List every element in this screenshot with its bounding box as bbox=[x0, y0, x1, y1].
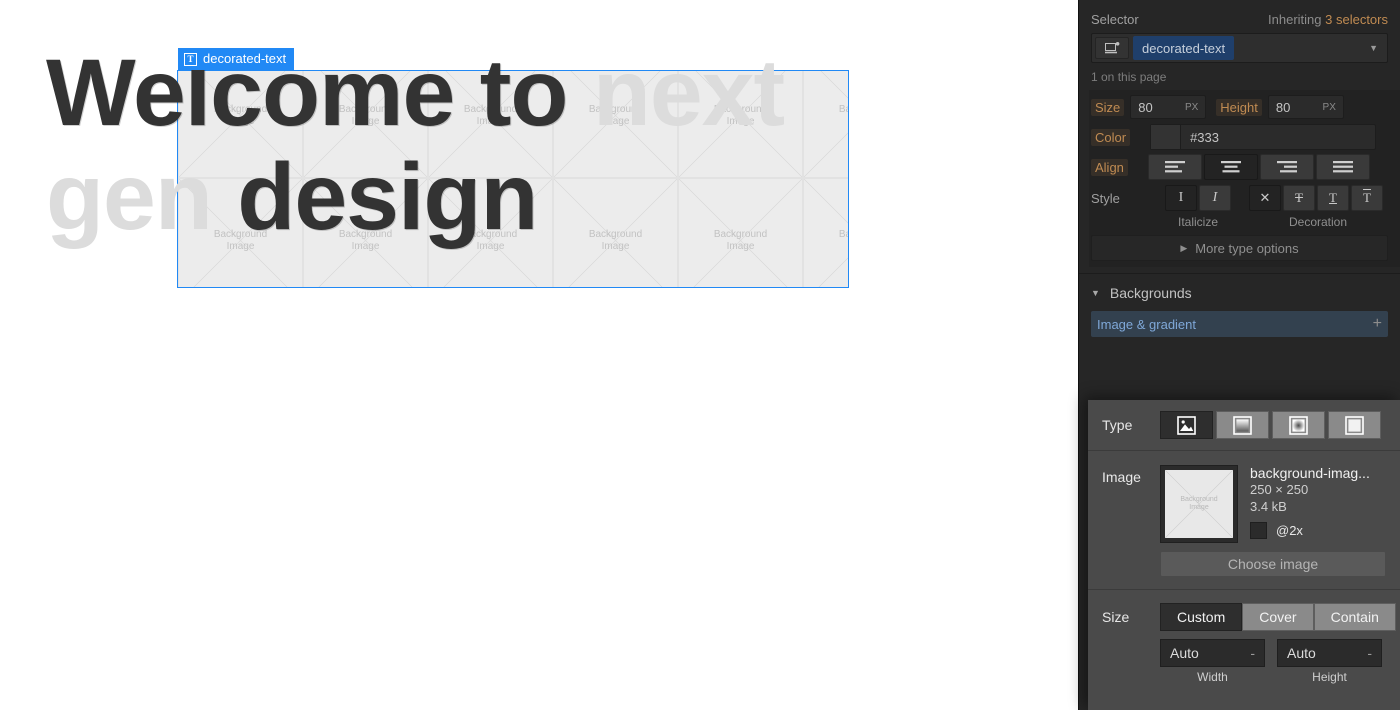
selector-tag[interactable]: decorated-text bbox=[1133, 36, 1235, 60]
font-size-row: Size 80 PX Height 80 PX bbox=[1089, 92, 1400, 122]
strikethrough-icon[interactable]: T bbox=[1283, 185, 1315, 211]
image-row: Image Background Image background-imag...… bbox=[1088, 451, 1400, 547]
no-decoration-icon[interactable]: ✕ bbox=[1249, 185, 1281, 211]
height-unit: PX bbox=[1322, 101, 1336, 113]
overline-icon[interactable]: T bbox=[1351, 185, 1383, 211]
italicize-group[interactable]: I I bbox=[1165, 185, 1231, 211]
italic-icon[interactable]: I bbox=[1199, 185, 1231, 211]
more-type-options-label: More type options bbox=[1195, 240, 1299, 256]
size-option-cover[interactable]: Cover bbox=[1242, 603, 1314, 631]
selector-label: Selector bbox=[1091, 12, 1139, 27]
text-element-icon: T bbox=[184, 52, 197, 66]
more-type-options-button[interactable]: ▶ More type options bbox=[1091, 235, 1388, 261]
background-type-segmented-control[interactable] bbox=[1160, 411, 1381, 439]
triangle-right-icon: ▶ bbox=[1180, 242, 1188, 253]
design-canvas[interactable]: Background Image Background Image Background… bbox=[0, 0, 1078, 710]
background-height-value: Auto bbox=[1287, 645, 1316, 661]
color-swatch[interactable] bbox=[1151, 125, 1182, 149]
size-option-contain[interactable]: Contain bbox=[1313, 603, 1396, 631]
inheriting-count[interactable]: 3 selectors bbox=[1325, 12, 1388, 27]
background-size-segmented-control[interactable]: Custom Cover Contain bbox=[1160, 603, 1396, 631]
device-breakpoint-icon[interactable] bbox=[1095, 37, 1129, 59]
image-filename: background-imag... bbox=[1250, 465, 1370, 481]
linear-gradient-icon[interactable] bbox=[1216, 411, 1269, 439]
size-label[interactable]: Size bbox=[1091, 98, 1125, 116]
background-layer-label: Image & gradient bbox=[1097, 316, 1197, 332]
align-justify-icon[interactable] bbox=[1315, 154, 1370, 180]
background-width-input[interactable]: Auto - bbox=[1160, 639, 1265, 667]
size-option-custom[interactable]: Custom bbox=[1160, 603, 1243, 631]
type-row: Type bbox=[1088, 400, 1400, 450]
retina-checkbox[interactable] bbox=[1250, 522, 1267, 539]
typography-group: Size 80 PX Height 80 PX Color #333 Align bbox=[1089, 90, 1400, 267]
style-label: Style bbox=[1091, 190, 1120, 206]
style-captions: Italicize Decoration bbox=[1089, 215, 1400, 229]
decoration-caption: Decoration bbox=[1288, 215, 1348, 229]
background-layer-row[interactable]: Image & gradient + bbox=[1091, 311, 1388, 337]
selection-badge[interactable]: T decorated-text bbox=[178, 48, 295, 70]
underline-icon[interactable]: T bbox=[1317, 185, 1349, 211]
selector-header: Selector Inheriting 3 selectors bbox=[1089, 0, 1400, 33]
retina-label: @2x bbox=[1276, 523, 1303, 538]
image-filesize: 3.4 kB bbox=[1250, 499, 1287, 514]
decoration-group[interactable]: ✕ T T T bbox=[1249, 185, 1383, 211]
heading-segment-2: design bbox=[211, 144, 538, 250]
type-label: Type bbox=[1102, 417, 1133, 433]
chevron-down-icon[interactable]: ▼ bbox=[1369, 43, 1384, 53]
upright-icon[interactable]: I bbox=[1165, 185, 1197, 211]
backgrounds-section-label: Backgrounds bbox=[1109, 284, 1192, 301]
align-left-icon[interactable] bbox=[1147, 154, 1202, 180]
align-label[interactable]: Align bbox=[1091, 158, 1128, 176]
background-height-input[interactable]: Auto - bbox=[1277, 639, 1382, 667]
heading-masked-gen: gen bbox=[46, 144, 213, 250]
background-image-popover[interactable]: Type Image Background Image background-i… bbox=[1088, 400, 1400, 710]
solid-color-icon[interactable] bbox=[1328, 411, 1381, 439]
image-label: Image bbox=[1102, 469, 1141, 485]
background-width-value: Auto bbox=[1170, 645, 1199, 661]
height-caption: Height bbox=[1312, 670, 1347, 684]
heading-text: Welcome to next gen design bbox=[46, 41, 926, 249]
align-segmented-control[interactable] bbox=[1147, 154, 1370, 180]
color-input[interactable]: #333 bbox=[1150, 124, 1377, 150]
align-right-icon[interactable] bbox=[1259, 154, 1314, 180]
radial-gradient-icon[interactable] bbox=[1272, 411, 1325, 439]
triangle-down-icon: ▼ bbox=[1091, 287, 1100, 298]
width-stepper[interactable]: - bbox=[1250, 645, 1255, 661]
retina-toggle-row[interactable]: @2x bbox=[1250, 522, 1370, 539]
heading-segment-1: Welcome to bbox=[46, 40, 593, 146]
height-input[interactable]: 80 PX bbox=[1267, 95, 1344, 119]
plus-icon[interactable]: + bbox=[1373, 315, 1382, 333]
image-icon[interactable] bbox=[1160, 411, 1213, 439]
height-label[interactable]: Height bbox=[1216, 98, 1262, 116]
style-row: Style I I ✕ T T T bbox=[1089, 182, 1400, 214]
size-row: Size Custom Cover Contain bbox=[1088, 590, 1400, 639]
selected-text-element[interactable]: Welcome to next gen design bbox=[46, 41, 849, 288]
color-label[interactable]: Color bbox=[1091, 128, 1131, 146]
image-thumbnail[interactable]: Background Image bbox=[1160, 465, 1238, 543]
thumbnail-placeholder-label: Background Image bbox=[1180, 496, 1218, 511]
color-value: #333 bbox=[1190, 129, 1219, 145]
size-input[interactable]: 80 PX bbox=[1130, 95, 1207, 119]
size-unit: PX bbox=[1184, 101, 1199, 113]
size-value: 80 bbox=[1138, 99, 1153, 115]
height-value: 80 bbox=[1275, 99, 1291, 115]
heading-masked-next: next bbox=[592, 40, 785, 146]
selection-badge-label: decorated-text bbox=[203, 51, 287, 66]
width-caption: Width bbox=[1197, 670, 1228, 684]
choose-image-button[interactable]: Choose image bbox=[1160, 551, 1386, 577]
align-row: Align bbox=[1089, 152, 1400, 182]
italicize-caption: Italicize bbox=[1177, 215, 1218, 229]
image-metadata: background-imag... 250 × 250 3.4 kB @2x bbox=[1250, 465, 1370, 539]
align-center-icon[interactable] bbox=[1203, 154, 1258, 180]
height-stepper[interactable]: - bbox=[1367, 645, 1372, 661]
image-dimensions: 250 × 250 bbox=[1250, 482, 1309, 497]
size-dimension-row: Auto - Width Auto - Height bbox=[1088, 639, 1400, 684]
inheriting-note: Inheriting 3 selectors bbox=[1268, 12, 1388, 27]
background-size-label: Size bbox=[1102, 609, 1130, 625]
color-row: Color #333 bbox=[1089, 122, 1400, 152]
selector-bar[interactable]: decorated-text ▼ bbox=[1091, 33, 1388, 63]
selector-usage-count: 1 on this page bbox=[1091, 70, 1167, 84]
backgrounds-section-header[interactable]: ▼ Backgrounds bbox=[1079, 273, 1400, 311]
